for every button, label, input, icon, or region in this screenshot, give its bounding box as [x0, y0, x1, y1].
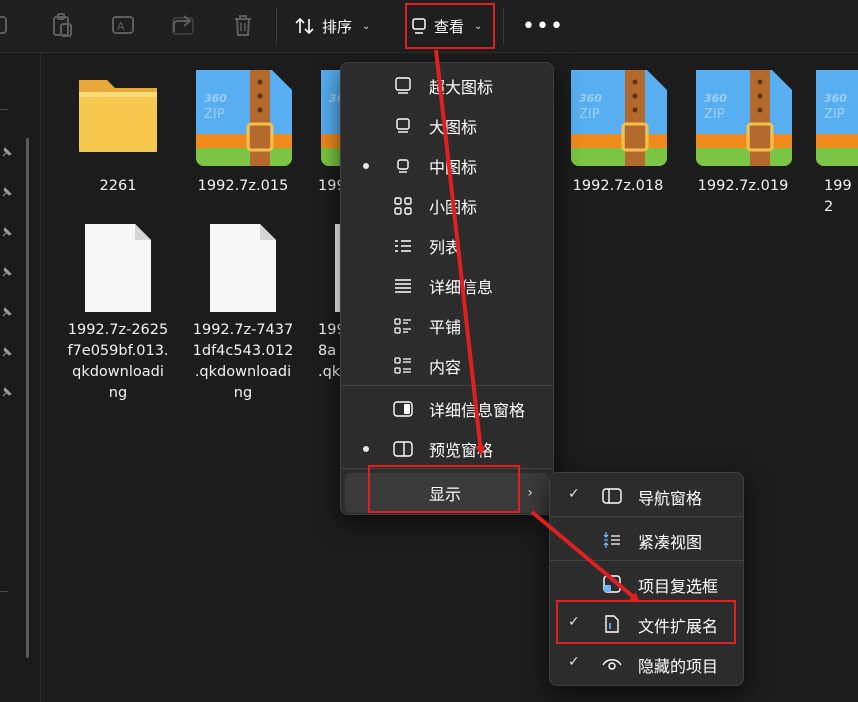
annotation-arrow — [530, 510, 641, 603]
annotation-arrow — [434, 49, 486, 456]
annotation-arrows — [434, 49, 641, 603]
